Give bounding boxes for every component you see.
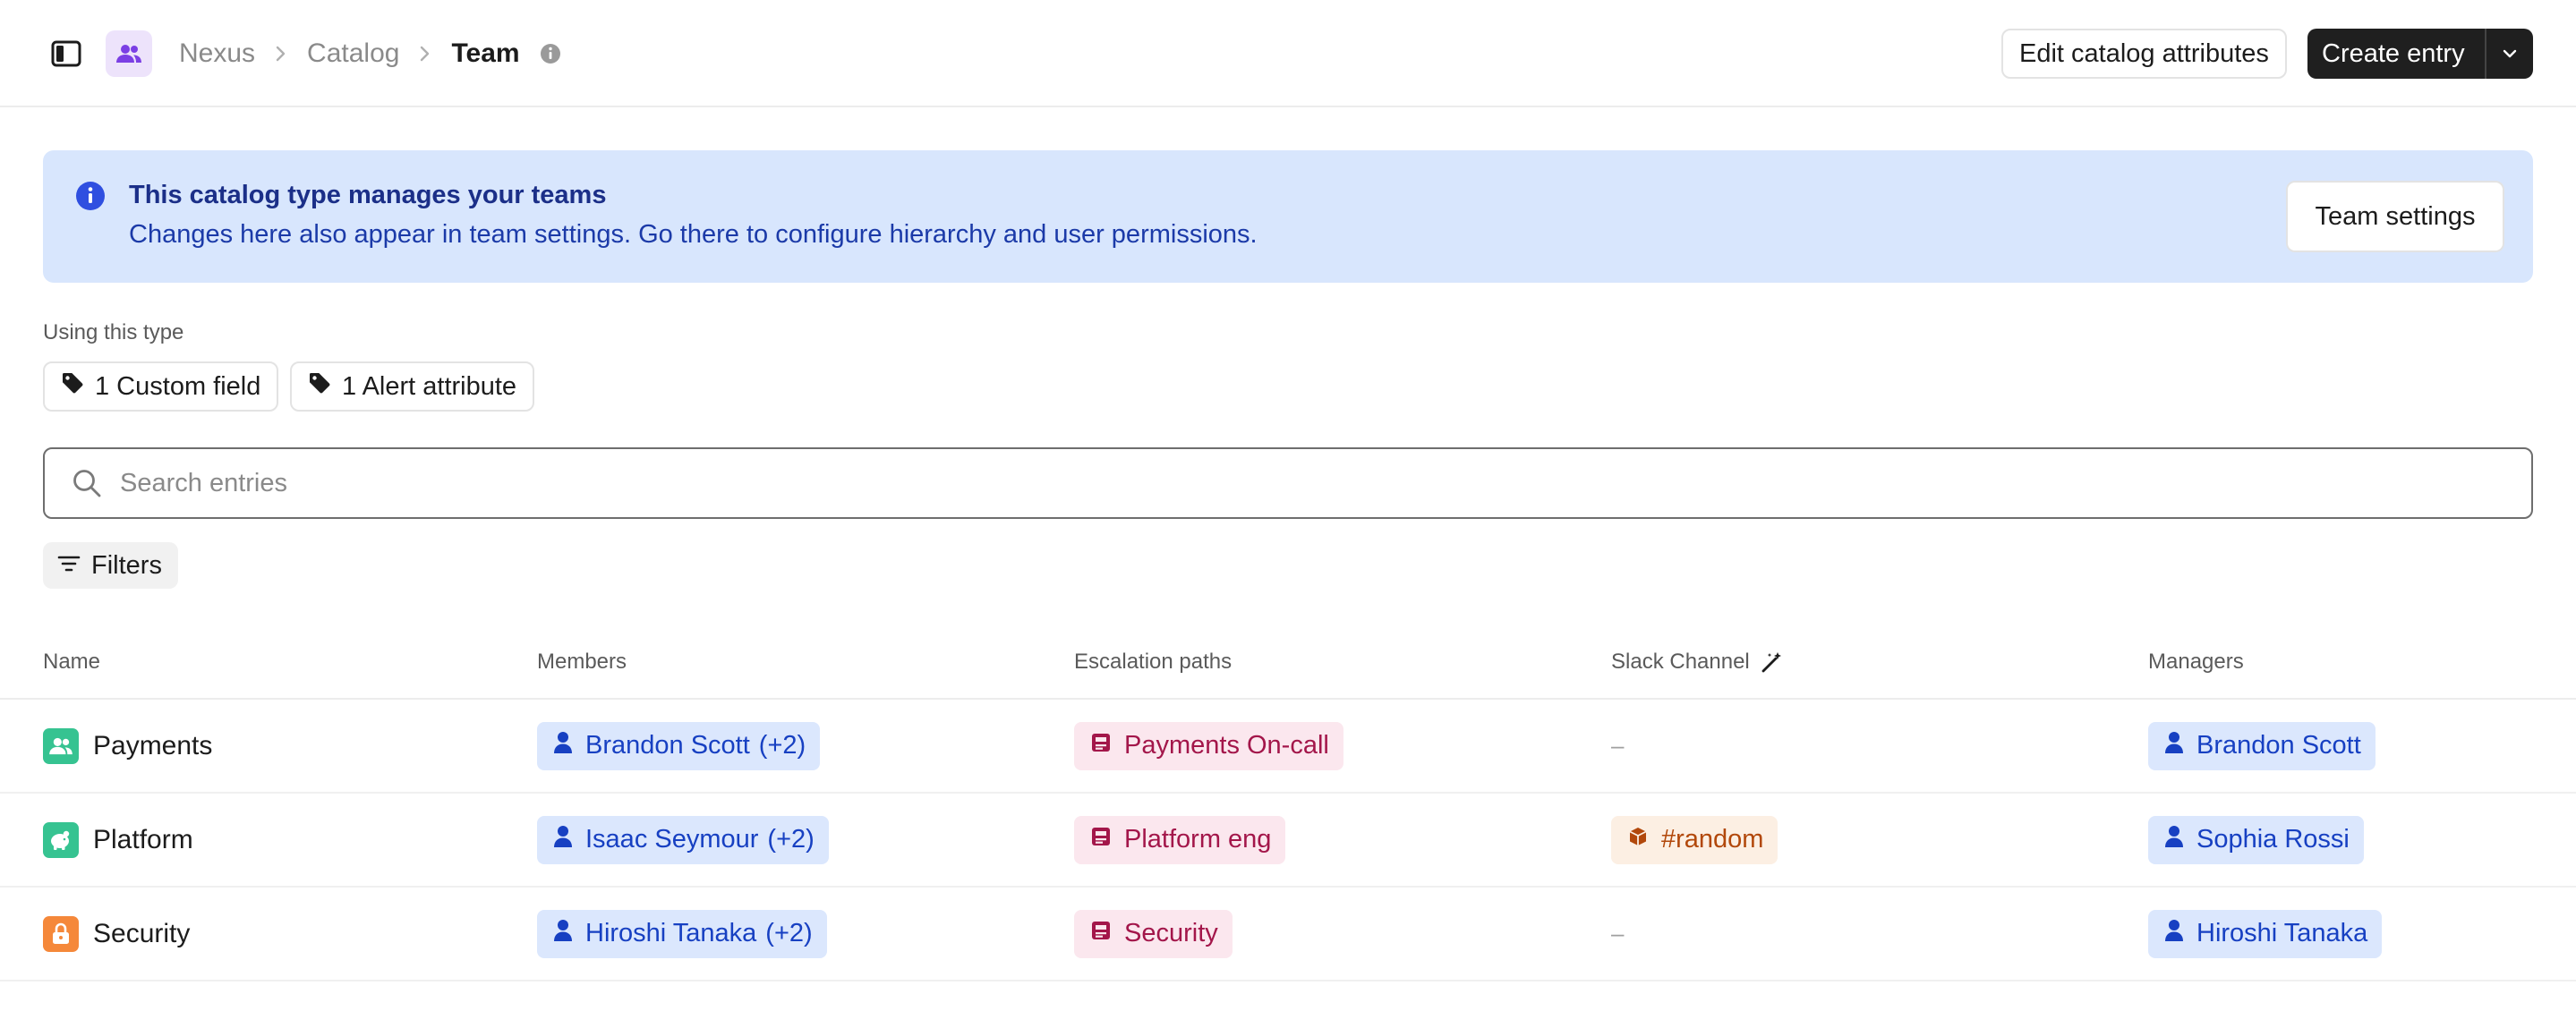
banner-title: This catalog type manages your teams — [129, 181, 607, 209]
managers-cell: Hiroshi Tanaka — [2148, 888, 2383, 980]
chevron-down-icon[interactable] — [2485, 29, 2533, 79]
alert-attribute-pill[interactable]: 1 Alert attribute — [290, 361, 535, 412]
custom-field-label: 1 Custom field — [95, 371, 261, 401]
top-bar: Nexus Catalog Team Edit catalog attribut… — [0, 0, 2576, 107]
filters-button[interactable]: Filters — [43, 542, 178, 589]
managers-cell: Sophia Rossi — [2148, 794, 2364, 886]
member-name: Isaac Seymour — [585, 825, 759, 854]
search-icon — [72, 468, 102, 498]
manager-name: Sophia Rossi — [2196, 825, 2350, 854]
escalation-path-name: Platform eng — [1124, 825, 1272, 854]
table-header: Name Members Escalation paths Slack Chan… — [0, 626, 2576, 700]
manager-name: Hiroshi Tanaka — [2196, 919, 2368, 947]
empty-value: – — [1611, 732, 1625, 759]
members-cell: Hiroshi Tanaka (+2) — [537, 888, 827, 980]
filters-label: Filters — [91, 550, 162, 580]
managers-cell: Brandon Scott — [2148, 700, 2376, 792]
member-chip[interactable]: Hiroshi Tanaka (+2) — [537, 909, 827, 958]
info-banner: This catalog type manages your teams Cha… — [43, 150, 2533, 283]
name-cell: Platform — [43, 794, 193, 886]
breadcrumb-nexus[interactable]: Nexus — [179, 38, 255, 69]
manager-chip[interactable]: Brandon Scott — [2148, 721, 2376, 770]
filter-icon — [57, 551, 91, 581]
escalation-path-icon — [1090, 731, 1124, 760]
slack-cell: #random — [1611, 794, 1778, 886]
members-cell: Brandon Scott (+2) — [537, 700, 821, 792]
member-name: Brandon Scott — [585, 731, 750, 760]
member-count: (+2) — [758, 731, 806, 760]
table-row[interactable]: Platform Isaac Seymour (+2) Platform eng… — [0, 794, 2576, 888]
box-icon — [1627, 825, 1661, 854]
table-row[interactable]: Security Hiroshi Tanaka (+2) Security – … — [0, 888, 2576, 981]
column-header-members[interactable]: Members — [537, 650, 627, 675]
slack-cell: – — [1611, 888, 1624, 980]
magic-wand-icon — [1761, 650, 1784, 674]
escalation-path-icon — [1090, 919, 1124, 948]
slack-channel-chip[interactable]: #random — [1611, 815, 1778, 864]
search-box — [43, 447, 2533, 519]
page-title: Team — [451, 38, 520, 68]
search-input[interactable] — [120, 468, 2447, 498]
member-chip[interactable]: Brandon Scott (+2) — [537, 721, 821, 770]
team-settings-button[interactable]: Team settings — [2286, 181, 2504, 252]
slack-channel-label: Slack Channel — [1611, 650, 1750, 674]
slack-channel-name: #random — [1661, 825, 1764, 854]
user-icon — [2164, 919, 2196, 949]
user-icon — [553, 731, 585, 761]
team-name[interactable]: Platform — [93, 825, 193, 855]
alert-attribute-label: 1 Alert attribute — [342, 371, 517, 401]
user-icon — [2164, 825, 2196, 855]
table-row[interactable]: Payments Brandon Scott (+2) Payments On-… — [0, 700, 2576, 794]
user-icon — [553, 825, 585, 855]
member-chip[interactable]: Isaac Seymour (+2) — [537, 815, 829, 864]
member-count: (+2) — [765, 919, 813, 947]
column-header-slack-channel[interactable]: Slack Channel — [1611, 650, 1784, 675]
user-icon — [2164, 731, 2196, 761]
member-name: Hiroshi Tanaka — [585, 919, 757, 947]
using-this-type-label: Using this type — [43, 320, 184, 344]
escalation-path-chip[interactable]: Platform eng — [1074, 815, 1286, 864]
column-header-managers[interactable]: Managers — [2148, 650, 2244, 675]
chevron-right-icon — [419, 45, 431, 63]
team-name[interactable]: Payments — [93, 731, 212, 761]
manager-name: Brandon Scott — [2196, 731, 2361, 760]
info-icon — [75, 181, 106, 216]
escalation-path-icon — [1090, 825, 1124, 854]
lock-icon — [43, 915, 79, 952]
info-icon[interactable] — [540, 43, 561, 64]
manager-chip[interactable]: Sophia Rossi — [2148, 815, 2364, 864]
custom-field-pill[interactable]: 1 Custom field — [43, 361, 279, 412]
users-icon — [43, 727, 79, 764]
piggy-bank-icon — [43, 821, 79, 858]
column-header-name[interactable]: Name — [43, 650, 100, 675]
team-name[interactable]: Security — [93, 919, 190, 949]
escalation-path-chip[interactable]: Payments On-call — [1074, 721, 1343, 770]
tag-icon — [61, 371, 95, 402]
member-count: (+2) — [767, 825, 815, 854]
tag-icon — [308, 371, 342, 402]
escalation-path-name: Security — [1124, 919, 1218, 947]
breadcrumb-catalog[interactable]: Catalog — [307, 38, 399, 69]
team-icon — [106, 30, 152, 77]
create-entry-button[interactable]: Create entry — [2307, 29, 2485, 79]
column-header-escalation-paths[interactable]: Escalation paths — [1074, 650, 1232, 675]
name-cell: Payments — [43, 700, 212, 792]
escalation-cell: Platform eng — [1074, 794, 1286, 886]
escalation-cell: Payments On-call — [1074, 700, 1343, 792]
escalation-path-name: Payments On-call — [1124, 731, 1329, 760]
chevron-right-icon — [275, 45, 287, 63]
breadcrumb: Nexus Catalog Team — [179, 32, 561, 75]
user-icon — [553, 919, 585, 949]
sidebar-toggle-icon[interactable] — [48, 36, 84, 72]
slack-cell: – — [1611, 700, 1624, 792]
escalation-path-chip[interactable]: Security — [1074, 909, 1233, 958]
name-cell: Security — [43, 888, 190, 980]
members-cell: Isaac Seymour (+2) — [537, 794, 829, 886]
banner-description: Changes here also appear in team setting… — [129, 220, 1258, 249]
empty-value: – — [1611, 920, 1625, 947]
create-entry-split-button: Create entry — [2307, 29, 2533, 79]
edit-catalog-attributes-button[interactable]: Edit catalog attributes — [2001, 29, 2287, 79]
escalation-cell: Security — [1074, 888, 1233, 980]
manager-chip[interactable]: Hiroshi Tanaka — [2148, 909, 2383, 958]
